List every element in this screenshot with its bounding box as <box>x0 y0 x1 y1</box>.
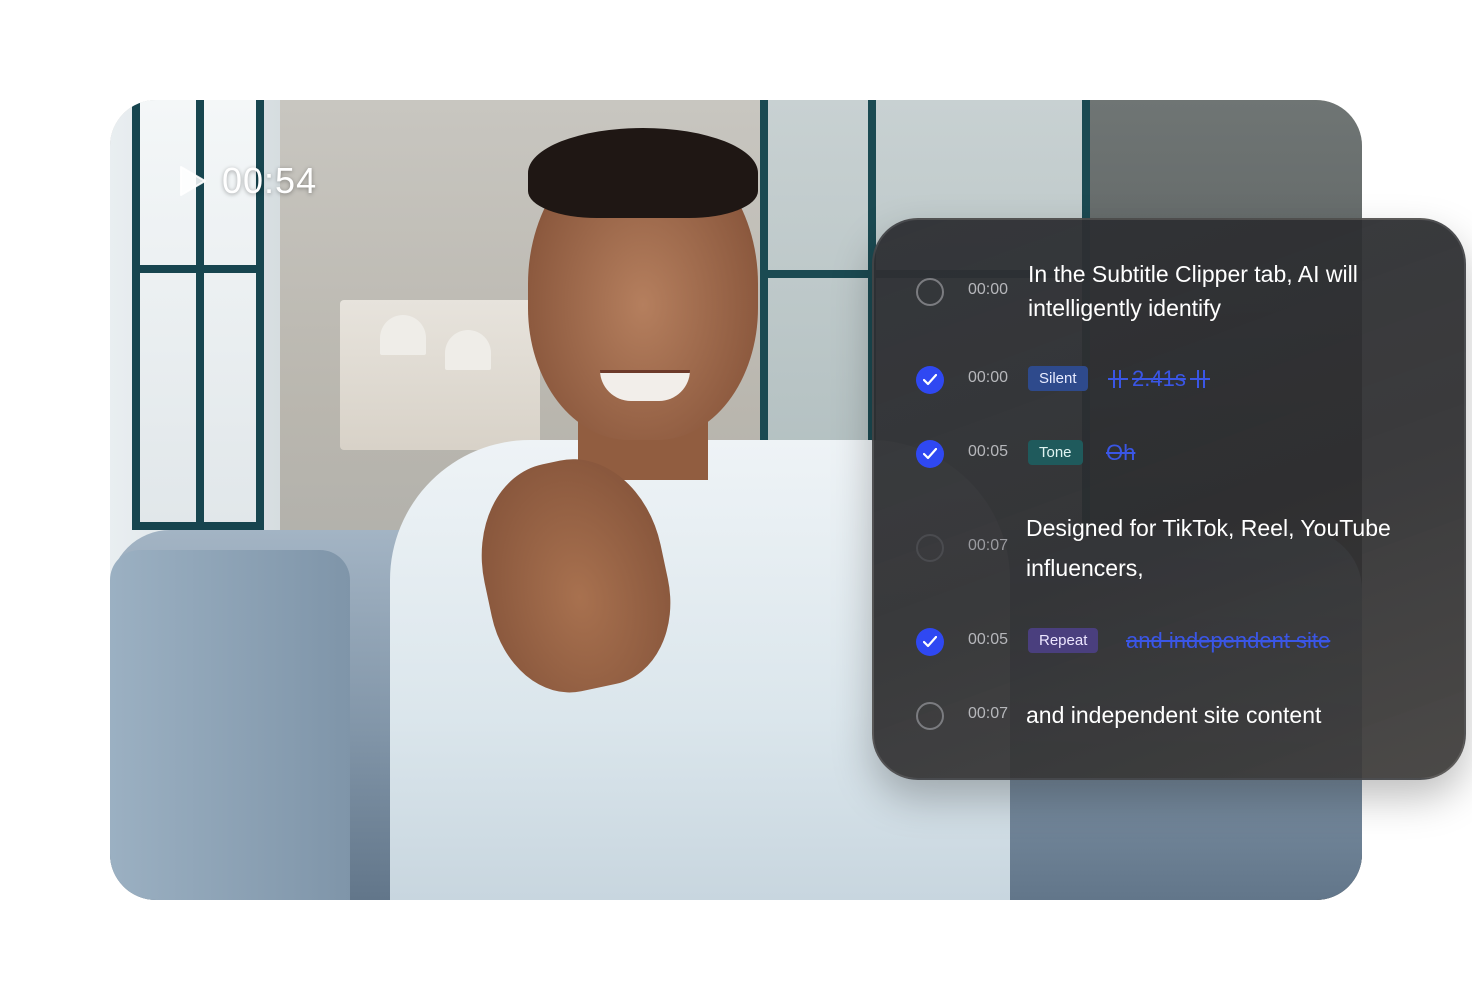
row-timestamp: 00:00 <box>968 281 1009 298</box>
row-checkbox[interactable] <box>916 534 944 562</box>
cut-segment: 2.41s <box>1108 366 1210 392</box>
silent-tag: Silent <box>1028 366 1088 391</box>
row-timestamp: 00:05 <box>968 443 1009 460</box>
row-timestamp: 00:00 <box>968 369 1009 386</box>
cut-duration: 2.41s <box>1132 366 1186 391</box>
cut-filler-word: Oh <box>1106 440 1136 465</box>
row-checkbox[interactable] <box>916 628 944 656</box>
subtitle-text: Designed for TikTok, Reel, YouTube influ… <box>1026 515 1391 581</box>
subtitle-text: In the Subtitle Clipper tab, AI will int… <box>1028 261 1358 321</box>
repeat-tag: Repeat <box>1028 628 1099 653</box>
subtitle-text: and independent site content <box>1026 702 1322 728</box>
row-checkbox[interactable] <box>916 702 944 730</box>
row-timestamp: 00:07 <box>968 537 1009 554</box>
play-icon[interactable] <box>178 165 208 197</box>
video-time-overlay: 00:54 <box>178 160 317 202</box>
silence-marker-icon <box>1108 370 1128 388</box>
silence-marker-icon <box>1189 370 1210 388</box>
row-checkbox[interactable] <box>916 278 944 306</box>
row-timestamp: 00:07 <box>968 705 1009 722</box>
cut-repeated-phrase: and independent site <box>1126 628 1331 653</box>
row-checkbox[interactable] <box>916 440 944 468</box>
tone-tag: Tone <box>1028 440 1083 465</box>
checkmark-icon <box>923 636 937 648</box>
checkmark-icon <box>923 374 937 386</box>
checkmark-icon <box>923 448 937 460</box>
stage: 00:54 00:00 In the Subtitle Clipper tab,… <box>0 0 1472 1000</box>
video-timestamp: 00:54 <box>222 160 318 201</box>
row-timestamp: 00:05 <box>968 631 1009 648</box>
row-checkbox[interactable] <box>916 366 944 394</box>
subtitle-clipper-panel: 00:00 In the Subtitle Clipper tab, AI wi… <box>872 218 1466 780</box>
